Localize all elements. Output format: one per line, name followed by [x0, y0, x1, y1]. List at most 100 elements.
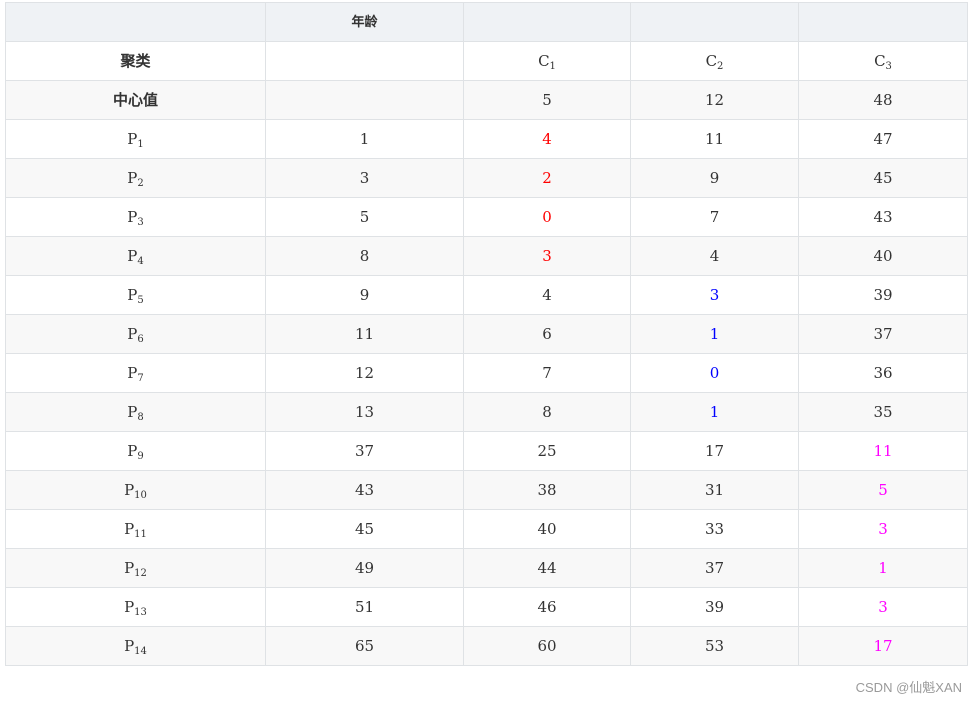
distance-to-c1: 38 [463, 470, 631, 510]
distance-to-c3: 40 [798, 236, 968, 276]
point-label: P8 [5, 392, 266, 432]
point-subscript: 6 [137, 333, 144, 345]
point-row: P6 11 6 1 37 [5, 314, 968, 354]
point-subscript: 7 [137, 372, 144, 384]
point-label: P9 [5, 431, 266, 471]
point-label: P2 [5, 158, 266, 198]
point-row: P11 45 40 33 3 [5, 509, 968, 549]
point-letter: P [127, 246, 138, 265]
cluster-row-age [265, 41, 464, 81]
distance-to-c3: 39 [798, 275, 968, 315]
point-letter: P [127, 129, 138, 148]
distance-to-c3: 37 [798, 314, 968, 354]
distance-to-c1: 44 [463, 548, 631, 588]
point-letter: P [127, 324, 138, 343]
point-age: 5 [265, 197, 464, 237]
point-label: P12 [5, 548, 266, 588]
point-age: 43 [265, 470, 464, 510]
cluster-letter: C [705, 51, 718, 70]
distance-to-c3: 35 [798, 392, 968, 432]
point-label: P13 [5, 587, 266, 627]
point-row: P12 49 44 37 1 [5, 548, 968, 588]
point-row: P8 13 8 1 35 [5, 392, 968, 432]
center-row: 中心值 5 12 48 [5, 80, 968, 120]
distance-to-c3: 17 [798, 626, 968, 666]
distance-to-c3: 11 [798, 431, 968, 471]
distance-to-c2: 4 [630, 236, 799, 276]
point-letter: P [127, 402, 138, 421]
distance-to-c1: 40 [463, 509, 631, 549]
watermark: CSDN @仙魁XAN [855, 680, 962, 695]
cluster-name-c2: C2 [630, 41, 799, 81]
header-cell [798, 2, 968, 42]
point-row: P3 5 0 7 43 [5, 197, 968, 237]
distance-to-c2: 33 [630, 509, 799, 549]
cluster-name-c1: C1 [463, 41, 631, 81]
point-label: P7 [5, 353, 266, 393]
header-cell [463, 2, 631, 42]
distance-to-c3: 3 [798, 509, 968, 549]
point-label: P1 [5, 119, 266, 159]
cluster-subscript: 1 [549, 60, 556, 72]
point-age: 12 [265, 353, 464, 393]
point-subscript: 4 [137, 255, 144, 267]
distance-to-c2: 37 [630, 548, 799, 588]
point-letter: P [124, 519, 135, 538]
point-letter: P [127, 363, 138, 382]
point-letter: P [124, 480, 135, 499]
cluster-row: 聚类 C1 C2 C3 [5, 41, 968, 81]
distance-to-c3: 3 [798, 587, 968, 627]
cluster-subscript: 2 [717, 60, 724, 72]
distance-to-c2: 11 [630, 119, 799, 159]
point-letter: P [127, 168, 138, 187]
header-cell-age: 年龄 [265, 2, 464, 42]
distance-to-c1: 6 [463, 314, 631, 354]
point-row: P5 9 4 3 39 [5, 275, 968, 315]
distance-to-c1: 46 [463, 587, 631, 627]
distance-to-c1: 2 [463, 158, 631, 198]
point-label: P3 [5, 197, 266, 237]
header-cell [630, 2, 799, 42]
distance-to-c3: 43 [798, 197, 968, 237]
point-label: P4 [5, 236, 266, 276]
point-row: P7 12 7 0 36 [5, 353, 968, 393]
center-value-c2: 12 [630, 80, 799, 120]
point-subscript: 12 [134, 567, 147, 579]
distance-to-c3: 5 [798, 470, 968, 510]
point-row: P1 1 4 11 47 [5, 119, 968, 159]
point-label: P10 [5, 470, 266, 510]
point-age: 8 [265, 236, 464, 276]
distance-to-c2: 0 [630, 353, 799, 393]
distance-to-c3: 47 [798, 119, 968, 159]
distance-to-c1: 4 [463, 275, 631, 315]
point-subscript: 2 [137, 177, 144, 189]
point-subscript: 5 [137, 294, 144, 306]
point-subscript: 11 [134, 528, 147, 540]
distance-to-c3: 36 [798, 353, 968, 393]
distance-to-c2: 3 [630, 275, 799, 315]
point-subscript: 13 [134, 606, 147, 618]
point-subscript: 14 [134, 645, 147, 657]
distance-to-c1: 0 [463, 197, 631, 237]
cluster-subscript: 3 [885, 60, 892, 72]
center-value-c3: 48 [798, 80, 968, 120]
point-row: P10 43 38 31 5 [5, 470, 968, 510]
point-letter: P [124, 558, 135, 577]
distance-to-c2: 7 [630, 197, 799, 237]
point-row: P14 65 60 53 17 [5, 626, 968, 666]
point-age: 1 [265, 119, 464, 159]
point-letter: P [124, 597, 135, 616]
distance-to-c2: 31 [630, 470, 799, 510]
cluster-name-c3: C3 [798, 41, 968, 81]
header-row: 年龄 [5, 2, 968, 42]
point-row: P13 51 46 39 3 [5, 587, 968, 627]
point-age: 9 [265, 275, 464, 315]
point-age: 45 [265, 509, 464, 549]
center-row-age [265, 80, 464, 120]
point-row: P9 37 25 17 11 [5, 431, 968, 471]
distance-to-c1: 8 [463, 392, 631, 432]
distance-to-c3: 1 [798, 548, 968, 588]
point-label: P6 [5, 314, 266, 354]
point-age: 3 [265, 158, 464, 198]
cluster-letter: C [874, 51, 886, 70]
